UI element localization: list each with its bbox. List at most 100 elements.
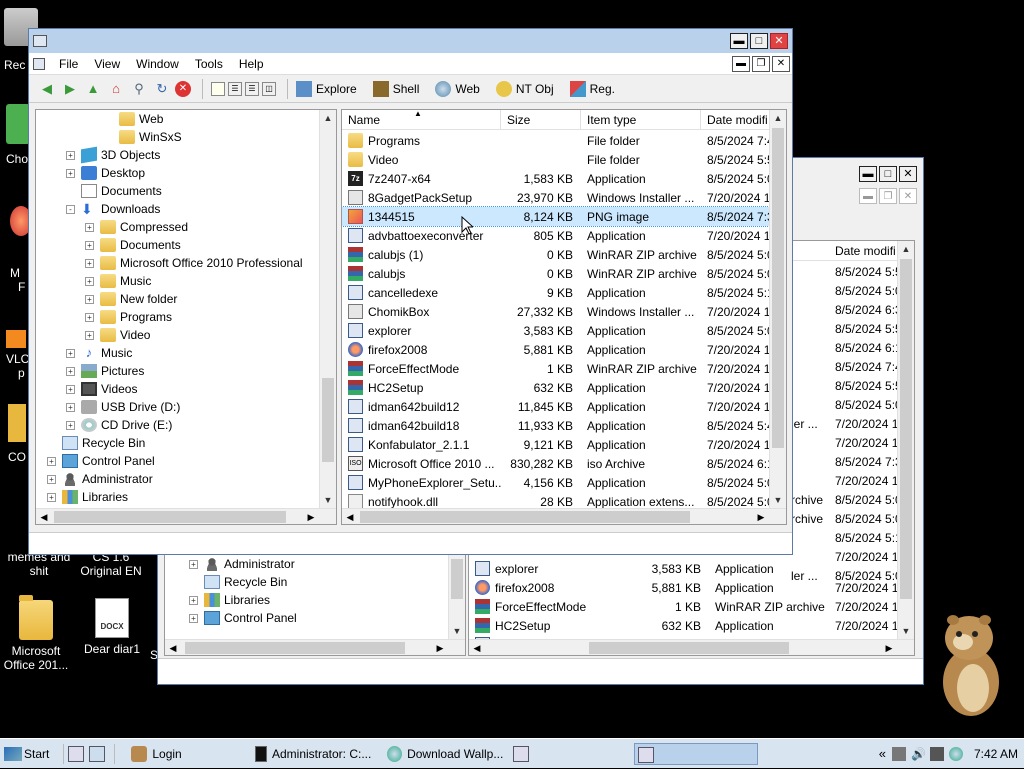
list-hscroll[interactable]: ◀ ▶ bbox=[342, 508, 786, 524]
start-button[interactable]: Start bbox=[0, 742, 55, 766]
file-date[interactable]: 8/5/2024 5:5 bbox=[829, 262, 902, 281]
scroll-thumb[interactable] bbox=[360, 511, 690, 523]
scroll-right-arrow[interactable]: ▶ bbox=[303, 509, 319, 524]
collapse-icon[interactable]: - bbox=[66, 204, 75, 214]
expand-icon[interactable]: + bbox=[189, 613, 198, 623]
tree-item[interactable]: + Control Panel bbox=[36, 452, 319, 470]
tree-item[interactable]: Recycle Bin bbox=[36, 434, 319, 452]
desktop-icon-co[interactable]: CO bbox=[8, 404, 26, 464]
expand-icon[interactable]: + bbox=[47, 492, 56, 502]
expand-icon[interactable]: + bbox=[47, 456, 56, 466]
file-row[interactable]: firefox2008 5,881 KB Application 7/20/2024 … bbox=[342, 340, 771, 359]
scroll-up-arrow[interactable]: ▲ bbox=[898, 241, 914, 257]
close-button[interactable]: ✕ bbox=[770, 33, 788, 49]
file-list[interactable]: Name ▲ Size Item type Date modifi Program… bbox=[341, 109, 787, 525]
tree-item[interactable]: + Music bbox=[36, 272, 319, 290]
desktop-icon-dear-diar1[interactable]: DOCX Dear diar1 bbox=[72, 598, 152, 656]
file-date[interactable]: 8/5/2024 7:3 bbox=[829, 452, 902, 471]
column-header-name[interactable]: Name ▲ bbox=[342, 110, 501, 129]
title-bar[interactable]: ▬ □ ✕ bbox=[29, 29, 792, 53]
expand-icon[interactable]: + bbox=[85, 330, 94, 340]
scroll-left-arrow[interactable]: ◀ bbox=[342, 509, 358, 524]
minimize-button[interactable]: ▬ bbox=[730, 33, 748, 49]
taskbar-item-download-wallpaper[interactable]: Download Wallp... bbox=[381, 742, 509, 766]
file-date[interactable]: 8/5/2024 6:1 bbox=[829, 338, 902, 357]
expand-icon[interactable]: + bbox=[66, 384, 75, 394]
file-date[interactable]: 8/5/2024 5:5 bbox=[829, 376, 902, 395]
scroll-up-arrow[interactable]: ▲ bbox=[770, 110, 786, 126]
menu-window[interactable]: Window bbox=[128, 57, 187, 71]
file-row[interactable]: Konfabulator_2.1.1 9,121 KB Application 7/2… bbox=[342, 435, 771, 454]
file-row[interactable]: Programs File folder 8/5/2024 7:4 bbox=[342, 131, 771, 150]
expand-icon[interactable]: + bbox=[66, 348, 75, 358]
menu-file[interactable]: File bbox=[51, 57, 86, 71]
tile-vertical-icon[interactable]: ☰ bbox=[245, 81, 259, 96]
tree-item[interactable]: + Pictures bbox=[36, 362, 319, 380]
column-header-item-type[interactable]: Item type bbox=[581, 110, 701, 129]
file-row[interactable]: ChomikBox 27,332 KB Windows Installer ... 7… bbox=[342, 302, 771, 321]
scroll-thumb[interactable] bbox=[322, 378, 334, 462]
clock[interactable]: 7:42 AM bbox=[974, 747, 1018, 761]
taskbar-app-icon[interactable] bbox=[513, 745, 530, 762]
file-row[interactable]: Video File folder 8/5/2024 5:5 bbox=[342, 150, 771, 169]
file-date[interactable]: 8/5/2024 5:0 bbox=[829, 281, 902, 300]
file-row[interactable]: firefox2008 5,881 KB Application 7/20/2024 … bbox=[469, 578, 899, 597]
list-vscroll[interactable]: ▲ ▼ bbox=[769, 110, 786, 508]
file-date[interactable]: 8/5/2024 5:0 bbox=[829, 490, 902, 509]
taskbar-item-cmd[interactable]: Administrator: C:... bbox=[249, 742, 377, 766]
tree-vscroll[interactable]: ▲ ▼ bbox=[319, 110, 336, 508]
expand-icon[interactable]: + bbox=[85, 276, 94, 286]
tree-item[interactable]: + Libraries bbox=[36, 488, 319, 506]
tree-hscroll[interactable]: ◀ ▶ bbox=[36, 508, 336, 524]
tree-item[interactable]: WinSxS bbox=[36, 128, 319, 146]
scroll-right-arrow[interactable]: ▶ bbox=[881, 640, 897, 655]
tree-item[interactable]: + Administrator bbox=[165, 555, 319, 573]
file-row[interactable]: explorer 3,583 KB Application 8/5/2024 5:0 bbox=[342, 321, 771, 340]
expand-icon[interactable]: + bbox=[85, 312, 94, 322]
expand-icon[interactable]: + bbox=[85, 222, 94, 232]
scroll-down-arrow[interactable]: ▼ bbox=[898, 623, 914, 639]
tree-item[interactable]: + USB Drive (D:) bbox=[36, 398, 319, 416]
scroll-left-arrow[interactable]: ◀ bbox=[165, 640, 181, 655]
file-date[interactable]: 8/5/2024 5:5 bbox=[829, 319, 902, 338]
tree-item[interactable]: Web bbox=[36, 110, 319, 128]
file-date[interactable]: 8/5/2024 7:4 bbox=[829, 357, 902, 376]
menu-tools[interactable]: Tools bbox=[187, 57, 231, 71]
network-icon[interactable] bbox=[929, 746, 944, 761]
file-row[interactable]: calubjs 0 KB WinRAR ZIP archive 8/5/2024 5:… bbox=[342, 264, 771, 283]
scroll-thumb[interactable] bbox=[900, 259, 912, 599]
file-row[interactable]: MyPhoneExplorer_Setu... 4,156 KB Applicati… bbox=[342, 473, 771, 492]
forward-arrow-icon[interactable]: ▶ bbox=[60, 79, 80, 99]
up-arrow-icon[interactable]: ▲ bbox=[83, 79, 103, 99]
scroll-left-arrow[interactable]: ◀ bbox=[469, 640, 485, 655]
stop-icon[interactable]: ✕ bbox=[175, 80, 191, 97]
home-icon[interactable]: ⌂ bbox=[106, 79, 126, 99]
file-row[interactable]: HC2Setup 632 KB Application 7/20/2024 1 bbox=[469, 616, 899, 635]
scroll-thumb[interactable] bbox=[451, 559, 463, 599]
file-row[interactable]: idman642build12 11,845 KB Application 7/20/… bbox=[342, 397, 771, 416]
file-row[interactable]: cancelledexe 9 KB Application 8/5/2024 5:1 bbox=[342, 283, 771, 302]
scroll-thumb[interactable] bbox=[54, 511, 286, 523]
tree-item[interactable]: +3D Objects bbox=[36, 146, 319, 164]
shell-button[interactable]: Shell bbox=[372, 80, 419, 97]
file-row[interactable]: ForceEffectMode 1 KB WinRAR ZIP archive 7/2… bbox=[469, 597, 899, 616]
file-row[interactable]: advbattoexeconverter 805 KB Application 7/2… bbox=[342, 226, 771, 245]
mdi-minimize-button[interactable]: ▬ bbox=[859, 188, 877, 204]
scroll-down-arrow[interactable]: ▼ bbox=[449, 623, 465, 639]
scroll-down-arrow[interactable]: ▼ bbox=[770, 492, 786, 508]
desktop-icon-chrome[interactable]: Cho bbox=[6, 104, 30, 166]
file-row[interactable]: 8GadgetPackSetup 23,970 KB Windows Install… bbox=[342, 188, 771, 207]
scroll-right-arrow[interactable]: ▶ bbox=[432, 640, 448, 655]
expand-icon[interactable]: + bbox=[66, 366, 75, 376]
tree-item[interactable]: + Videos bbox=[36, 380, 319, 398]
maximize-button[interactable]: □ bbox=[750, 33, 768, 49]
tree-item[interactable]: + Programs bbox=[36, 308, 319, 326]
expand-icon[interactable]: + bbox=[189, 595, 198, 605]
back-arrow-icon[interactable]: ◀ bbox=[37, 79, 57, 99]
column-header-size[interactable]: Size bbox=[501, 110, 581, 129]
file-date[interactable]: 7/20/2024 1 bbox=[829, 471, 898, 490]
back-list-hscroll[interactable]: ◀ ▶ bbox=[469, 639, 914, 655]
tray-app-icon[interactable] bbox=[891, 746, 906, 761]
scroll-up-arrow[interactable]: ▲ bbox=[320, 110, 336, 126]
desktop-icon-vlc[interactable]: VLC p bbox=[6, 330, 29, 380]
